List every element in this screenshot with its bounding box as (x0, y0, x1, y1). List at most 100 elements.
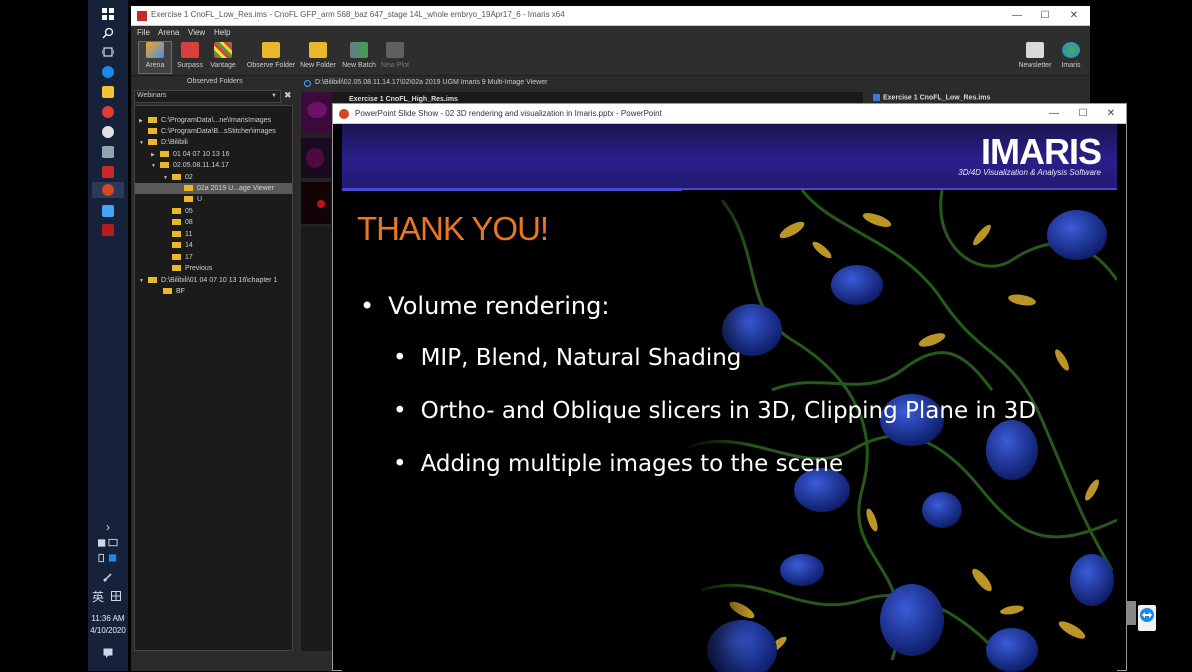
image-file-icon (873, 94, 880, 101)
tree-item[interactable]: ▼ D:\Bilibili (139, 137, 188, 148)
slide-heading: THANK YOU! (357, 210, 549, 247)
tree-item[interactable]: 05 (172, 206, 193, 217)
viewer-image-title: Exercise 1 CnoFL_High_Res.ims (349, 96, 458, 103)
vantage-icon (214, 42, 232, 58)
new-folder-button[interactable]: New Folder (300, 42, 336, 76)
chevron-down-icon: ▼ (271, 93, 277, 99)
app-white-icon[interactable] (98, 124, 118, 140)
file-explorer-icon[interactable] (98, 84, 118, 100)
bullet-glyph: • (393, 345, 407, 371)
surpass-icon (181, 42, 199, 58)
observed-folder-select-value: Webinars (137, 92, 167, 99)
surpass-button[interactable]: Surpass (175, 42, 205, 76)
menu-bar: File Arena View Help (131, 26, 1090, 40)
tree-item[interactable]: 17 (172, 252, 193, 263)
maximize-button[interactable]: ☐ (1031, 8, 1059, 24)
bullet-level2: • MIP, Blend, Natural Shading (393, 345, 741, 371)
viewer-path: D:\Bilibili\02.05.08.11.14.17\02\02a 201… (315, 79, 548, 86)
filezilla-icon[interactable] (98, 164, 118, 180)
viewer-path-bar: D:\Bilibili\02.05.08.11.14.17\02\02a 201… (301, 77, 863, 91)
tree-item-selected[interactable]: 02a 2019 U...age Viewer (135, 183, 292, 194)
observe-folder-icon (262, 42, 280, 58)
arena-button[interactable]: Arena (140, 42, 170, 76)
app-red-icon[interactable] (98, 104, 118, 120)
menu-arena[interactable]: Arena (158, 28, 179, 37)
menu-view[interactable]: View (188, 28, 205, 37)
bullet-text: Volume rendering: (388, 292, 610, 320)
bullet-glyph: • (393, 398, 407, 424)
bullet-level1: • Volume rendering: (360, 292, 609, 320)
keyboard-grid-icon[interactable] (108, 588, 124, 604)
powerpoint-titlebar[interactable]: PowerPoint Slide Show - 02 3D rendering … (333, 104, 1126, 124)
globe-icon (1062, 42, 1080, 58)
tools-icon[interactable]: ✖ (284, 90, 296, 102)
newsletter-button[interactable]: Newsletter (1015, 42, 1055, 76)
start-icon[interactable] (98, 6, 118, 22)
imaris-titlebar[interactable]: Exercise 1 CnoFL_Low_Res.ims - CnoFL GFP… (131, 6, 1090, 26)
slide[interactable]: IMARIS 3D/4D Visualization & Analysis So… (342, 124, 1117, 672)
observed-folders-header: Observed Folders (131, 77, 296, 89)
image-thumbnail-strip[interactable] (301, 92, 331, 227)
teamviewer-icon[interactable] (1126, 597, 1156, 637)
tree-item[interactable]: 08 (172, 217, 193, 228)
task-view-icon[interactable] (98, 44, 118, 60)
tree-item[interactable]: U (184, 194, 202, 205)
clock-date[interactable]: 4/10/2020 (88, 626, 128, 635)
action-center-icon[interactable] (98, 645, 118, 661)
tree-item[interactable]: 11 (172, 229, 192, 240)
tray-icons-row1[interactable] (98, 535, 118, 551)
logo-tagline: 3D/4D Visualization & Analysis Software (958, 168, 1101, 177)
bullet-glyph: • (393, 451, 407, 477)
folder-tree[interactable]: ▶ C:\ProgramData\...ne\ImarisImages C:\Pr… (134, 105, 293, 651)
app-tool-icon[interactable] (98, 144, 118, 160)
clock-time[interactable]: 11:36 AM (88, 614, 128, 623)
powerpoint-app-icon (339, 109, 349, 119)
logo-wordmark: IMARIS (981, 131, 1102, 172)
new-plot-button[interactable]: New Plot (380, 42, 410, 76)
close-button[interactable]: ✕ (1097, 106, 1125, 122)
vantage-button[interactable]: Vantage (208, 42, 238, 76)
imaris-app-icon (137, 11, 147, 21)
imaris-web-button[interactable]: Imaris (1057, 42, 1085, 76)
tree-item[interactable]: 14 (172, 240, 193, 251)
microscopy-render-image (682, 190, 1117, 672)
observed-folders-label: Observed Folders (187, 78, 243, 85)
imaris-logo: IMARIS 3D/4D Visualization & Analysis So… (958, 131, 1102, 178)
tree-item[interactable]: ▼ D:\Bilibili\01 04 07 10 13 16\chapter 1 (139, 275, 277, 286)
viewer-status-icon (304, 80, 311, 87)
powerpoint-window-title: PowerPoint Slide Show - 02 3D rendering … (355, 109, 662, 118)
tree-item[interactable]: ▶ 01 04 07 10 13 16 (151, 149, 229, 160)
bullet-glyph: • (360, 292, 375, 320)
tree-item[interactable]: ▼ 02.05.08.11.14.17 (151, 160, 229, 171)
tree-item[interactable]: ▶ C:\ProgramData\...ne\ImarisImages (139, 115, 271, 126)
tray-icons-row2[interactable] (98, 550, 118, 566)
close-button[interactable]: ✕ (1060, 8, 1088, 24)
main-toolbar: Arena Surpass Vantage Observe Folder New… (131, 40, 1090, 76)
show-hidden-icons-chevron[interactable]: › (98, 519, 118, 535)
imaris-taskbar-icon[interactable] (98, 222, 118, 238)
search-icon[interactable] (98, 25, 118, 41)
new-batch-button[interactable]: New Batch (341, 42, 377, 76)
edge-icon[interactable] (98, 64, 118, 80)
app-blue-icon[interactable] (98, 203, 118, 219)
tree-item[interactable]: Previous (172, 263, 212, 274)
network-icon[interactable] (98, 569, 118, 585)
minimize-button[interactable]: — (1003, 8, 1031, 24)
arena-icon (146, 42, 164, 58)
menu-help[interactable]: Help (214, 28, 230, 37)
tree-item[interactable]: ▼ 02 (163, 172, 193, 183)
taskbar: › 英 11:36 AM 4/10/2020 (88, 0, 128, 671)
tree-item[interactable]: BF (163, 286, 185, 297)
maximize-button[interactable]: ☐ (1069, 106, 1097, 122)
ime-indicator[interactable]: 英 (88, 588, 108, 604)
bullet-level2: • Ortho- and Oblique slicers in 3D, Clipp… (393, 398, 1036, 424)
minimize-button[interactable]: — (1040, 106, 1068, 122)
powerpoint-taskbar-icon[interactable] (92, 182, 124, 198)
menu-file[interactable]: File (137, 28, 150, 37)
tree-item[interactable]: C:\ProgramData\B...sStitcher\images (139, 126, 276, 137)
observe-folder-button[interactable]: Observe Folder (246, 42, 296, 76)
envelope-icon (1026, 42, 1044, 58)
bullet-level2: • Adding multiple images to the scene (393, 451, 843, 477)
new-plot-icon (386, 42, 404, 58)
observed-folder-select[interactable]: Webinars ▼ (134, 90, 281, 103)
